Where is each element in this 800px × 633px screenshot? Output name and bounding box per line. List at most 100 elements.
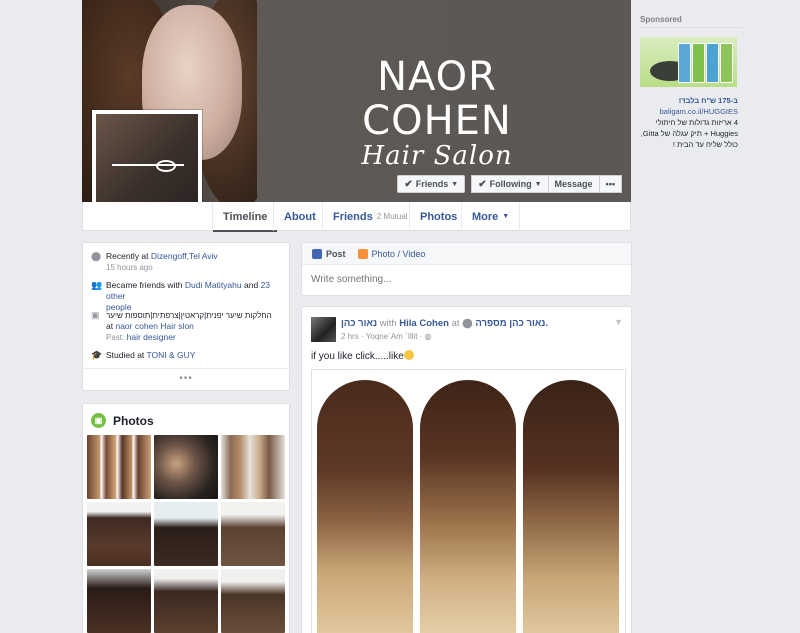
page-gutter (0, 0, 82, 633)
ad-title: ב-175 ש"ח בלבד! (678, 96, 738, 105)
following-button-label: Following (489, 179, 532, 189)
chevron-down-icon[interactable]: ▼ (614, 317, 623, 327)
post-composer: Post Photo / Video (301, 242, 632, 296)
ellipsis-icon: ••• (605, 179, 615, 189)
right-sidebar: Sponsored ב-175 ש"ח בלבד! baligam.co.il/… (632, 0, 800, 633)
post-location[interactable]: Yoqne`Am `Illit (366, 332, 418, 341)
hair-photo-panel (420, 380, 516, 633)
brand-logo: NAOR COHEN Hair Salon (302, 55, 572, 171)
ad-line: Huggies + תיק עגלה של Gitta, (640, 129, 738, 138)
post-meta: 2 hrs · Yoqne`Am `Illit · ◍ (341, 332, 432, 341)
composer-tab-photo[interactable]: Photo / Video (357, 248, 426, 259)
post-author-link[interactable]: נאור כהן (341, 318, 377, 329)
past-prefix: Past: (106, 333, 125, 342)
post-text-body: if you like click.....like (311, 351, 404, 362)
tab-timeline[interactable]: Timeline (212, 202, 278, 232)
post-author-avatar[interactable] (311, 317, 336, 342)
intro-location: ⬤ Recently at Dizengoff,Tel Aviv 15 hour… (91, 251, 287, 273)
at-text: at (451, 318, 460, 329)
hair-photo-panel (317, 380, 413, 633)
tab-photos[interactable]: Photos (409, 202, 467, 231)
photos-icon: ▣ (91, 413, 106, 428)
work-title: החלקות שיער יפנית|קראטין|צרפתית|תוספות ש… (106, 311, 272, 320)
photos-header[interactable]: ▣ Photos (91, 413, 154, 428)
composer-tab-label: Post (326, 248, 346, 259)
work-place-link[interactable]: naor cohen Hair slon (115, 321, 193, 331)
pencil-icon (312, 248, 322, 259)
message-button-label: Message (554, 179, 593, 189)
briefcase-icon: ▣ (91, 310, 100, 320)
tab-label: Timeline (223, 210, 268, 223)
photo-thumbnail[interactable] (221, 502, 285, 566)
post-header: נאור כהן with Hila Cohen at ⬤ נאור כהן מ… (341, 318, 611, 330)
location-prefix: Recently at (106, 251, 149, 261)
school-link[interactable]: TONI & GUY (147, 350, 196, 360)
tab-label: Friends (333, 210, 373, 223)
following-button[interactable]: ✔ Following ▼ (471, 175, 549, 193)
location-pin-icon: ⬤ (462, 318, 473, 329)
brand-subtitle: Hair Salon (361, 141, 513, 171)
intro-education: 🎓 Studied at TONI & GUY (91, 350, 287, 361)
ad-line: כולל שליח עד הבית ! (672, 140, 738, 149)
intro-card: ⬤ Recently at Dizengoff,Tel Aviv 15 hour… (82, 242, 290, 391)
cover-actions: ✔ Friends ▼ ✔ Following ▼ Message ••• (397, 175, 622, 193)
with-text: with (379, 318, 397, 329)
tab-label: Photos (420, 210, 458, 223)
composer-input[interactable] (311, 274, 611, 285)
photo-thumbnail[interactable] (87, 435, 151, 499)
check-icon: ✔ (404, 178, 413, 190)
friends-and: and (244, 280, 259, 290)
follow-message-group: ✔ Following ▼ Message ••• (471, 175, 622, 193)
photos-card: ▣ Photos (82, 403, 290, 633)
tab-label: About (284, 210, 316, 223)
graduation-cap-icon: 🎓 (91, 350, 103, 360)
post-place-link[interactable]: נאור כהן מספרה. (475, 318, 548, 329)
tagged-user-link[interactable]: Hila Cohen (399, 318, 449, 329)
photo-thumbnail[interactable] (221, 435, 285, 499)
intro-friends: 👥 Became friends with Dudi Matityahu and… (91, 280, 287, 313)
composer-tab-label: Photo / Video (371, 248, 426, 259)
hairpin-logo-icon (112, 160, 184, 172)
caret-down-icon: ▼ (534, 180, 542, 188)
friends-icon: 👥 (91, 280, 103, 290)
intro-more-button[interactable]: ••• (83, 373, 289, 384)
friend-link[interactable]: Dudi Matityahu (185, 280, 242, 290)
photo-thumbnail[interactable] (221, 569, 285, 633)
studied-prefix: Studied at (106, 350, 145, 360)
more-options-button[interactable]: ••• (599, 175, 622, 193)
smile-emoji-icon (403, 350, 414, 360)
divider (640, 27, 742, 28)
ad-image[interactable] (640, 37, 737, 87)
post-text: if you like click.....like (311, 350, 414, 362)
globe-icon: ◍ (424, 332, 432, 341)
photo-thumbnail[interactable] (87, 569, 151, 633)
friends-button-label: Friends (415, 179, 449, 189)
composer-tab-post[interactable]: Post (312, 248, 346, 259)
location-link[interactable]: Dizengoff,Tel Aviv (151, 251, 218, 261)
photo-thumbnail[interactable] (154, 569, 218, 633)
post-image[interactable] (311, 369, 626, 633)
brand-title: NAOR COHEN (362, 54, 512, 144)
feed-post: נאור כהן with Hila Cohen at ⬤ נאור כהן מ… (301, 306, 632, 633)
message-button[interactable]: Message (548, 175, 600, 193)
photos-title: Photos (113, 413, 154, 428)
past-role-link[interactable]: hair designer (127, 332, 176, 342)
mutual-count: 2 Mutual (376, 212, 408, 221)
location-time: 15 hours ago (106, 263, 153, 272)
divider (83, 368, 289, 369)
photo-thumbnail[interactable] (154, 502, 218, 566)
tab-more[interactable]: More ▼ (461, 202, 521, 231)
profile-tabs: Timeline About Friends 2 Mutual Photos M… (82, 202, 631, 232)
ad-link[interactable]: baligam.co.il/HUGGIES (640, 106, 738, 117)
hair-photo-panel (523, 380, 619, 633)
photo-thumbnail[interactable] (154, 435, 218, 499)
work-at: at (106, 321, 114, 331)
tab-label: More (472, 210, 499, 223)
post-time[interactable]: 2 hrs (341, 332, 359, 341)
tab-about[interactable]: About (273, 202, 326, 231)
photo-icon (357, 248, 368, 259)
photo-thumbnail[interactable] (87, 502, 151, 566)
ad-text[interactable]: ב-175 ש"ח בלבד! baligam.co.il/HUGGIES 4 … (640, 95, 738, 150)
friends-button[interactable]: ✔ Friends ▼ (397, 175, 466, 193)
tab-friends[interactable]: Friends 2 Mutual (322, 202, 417, 231)
